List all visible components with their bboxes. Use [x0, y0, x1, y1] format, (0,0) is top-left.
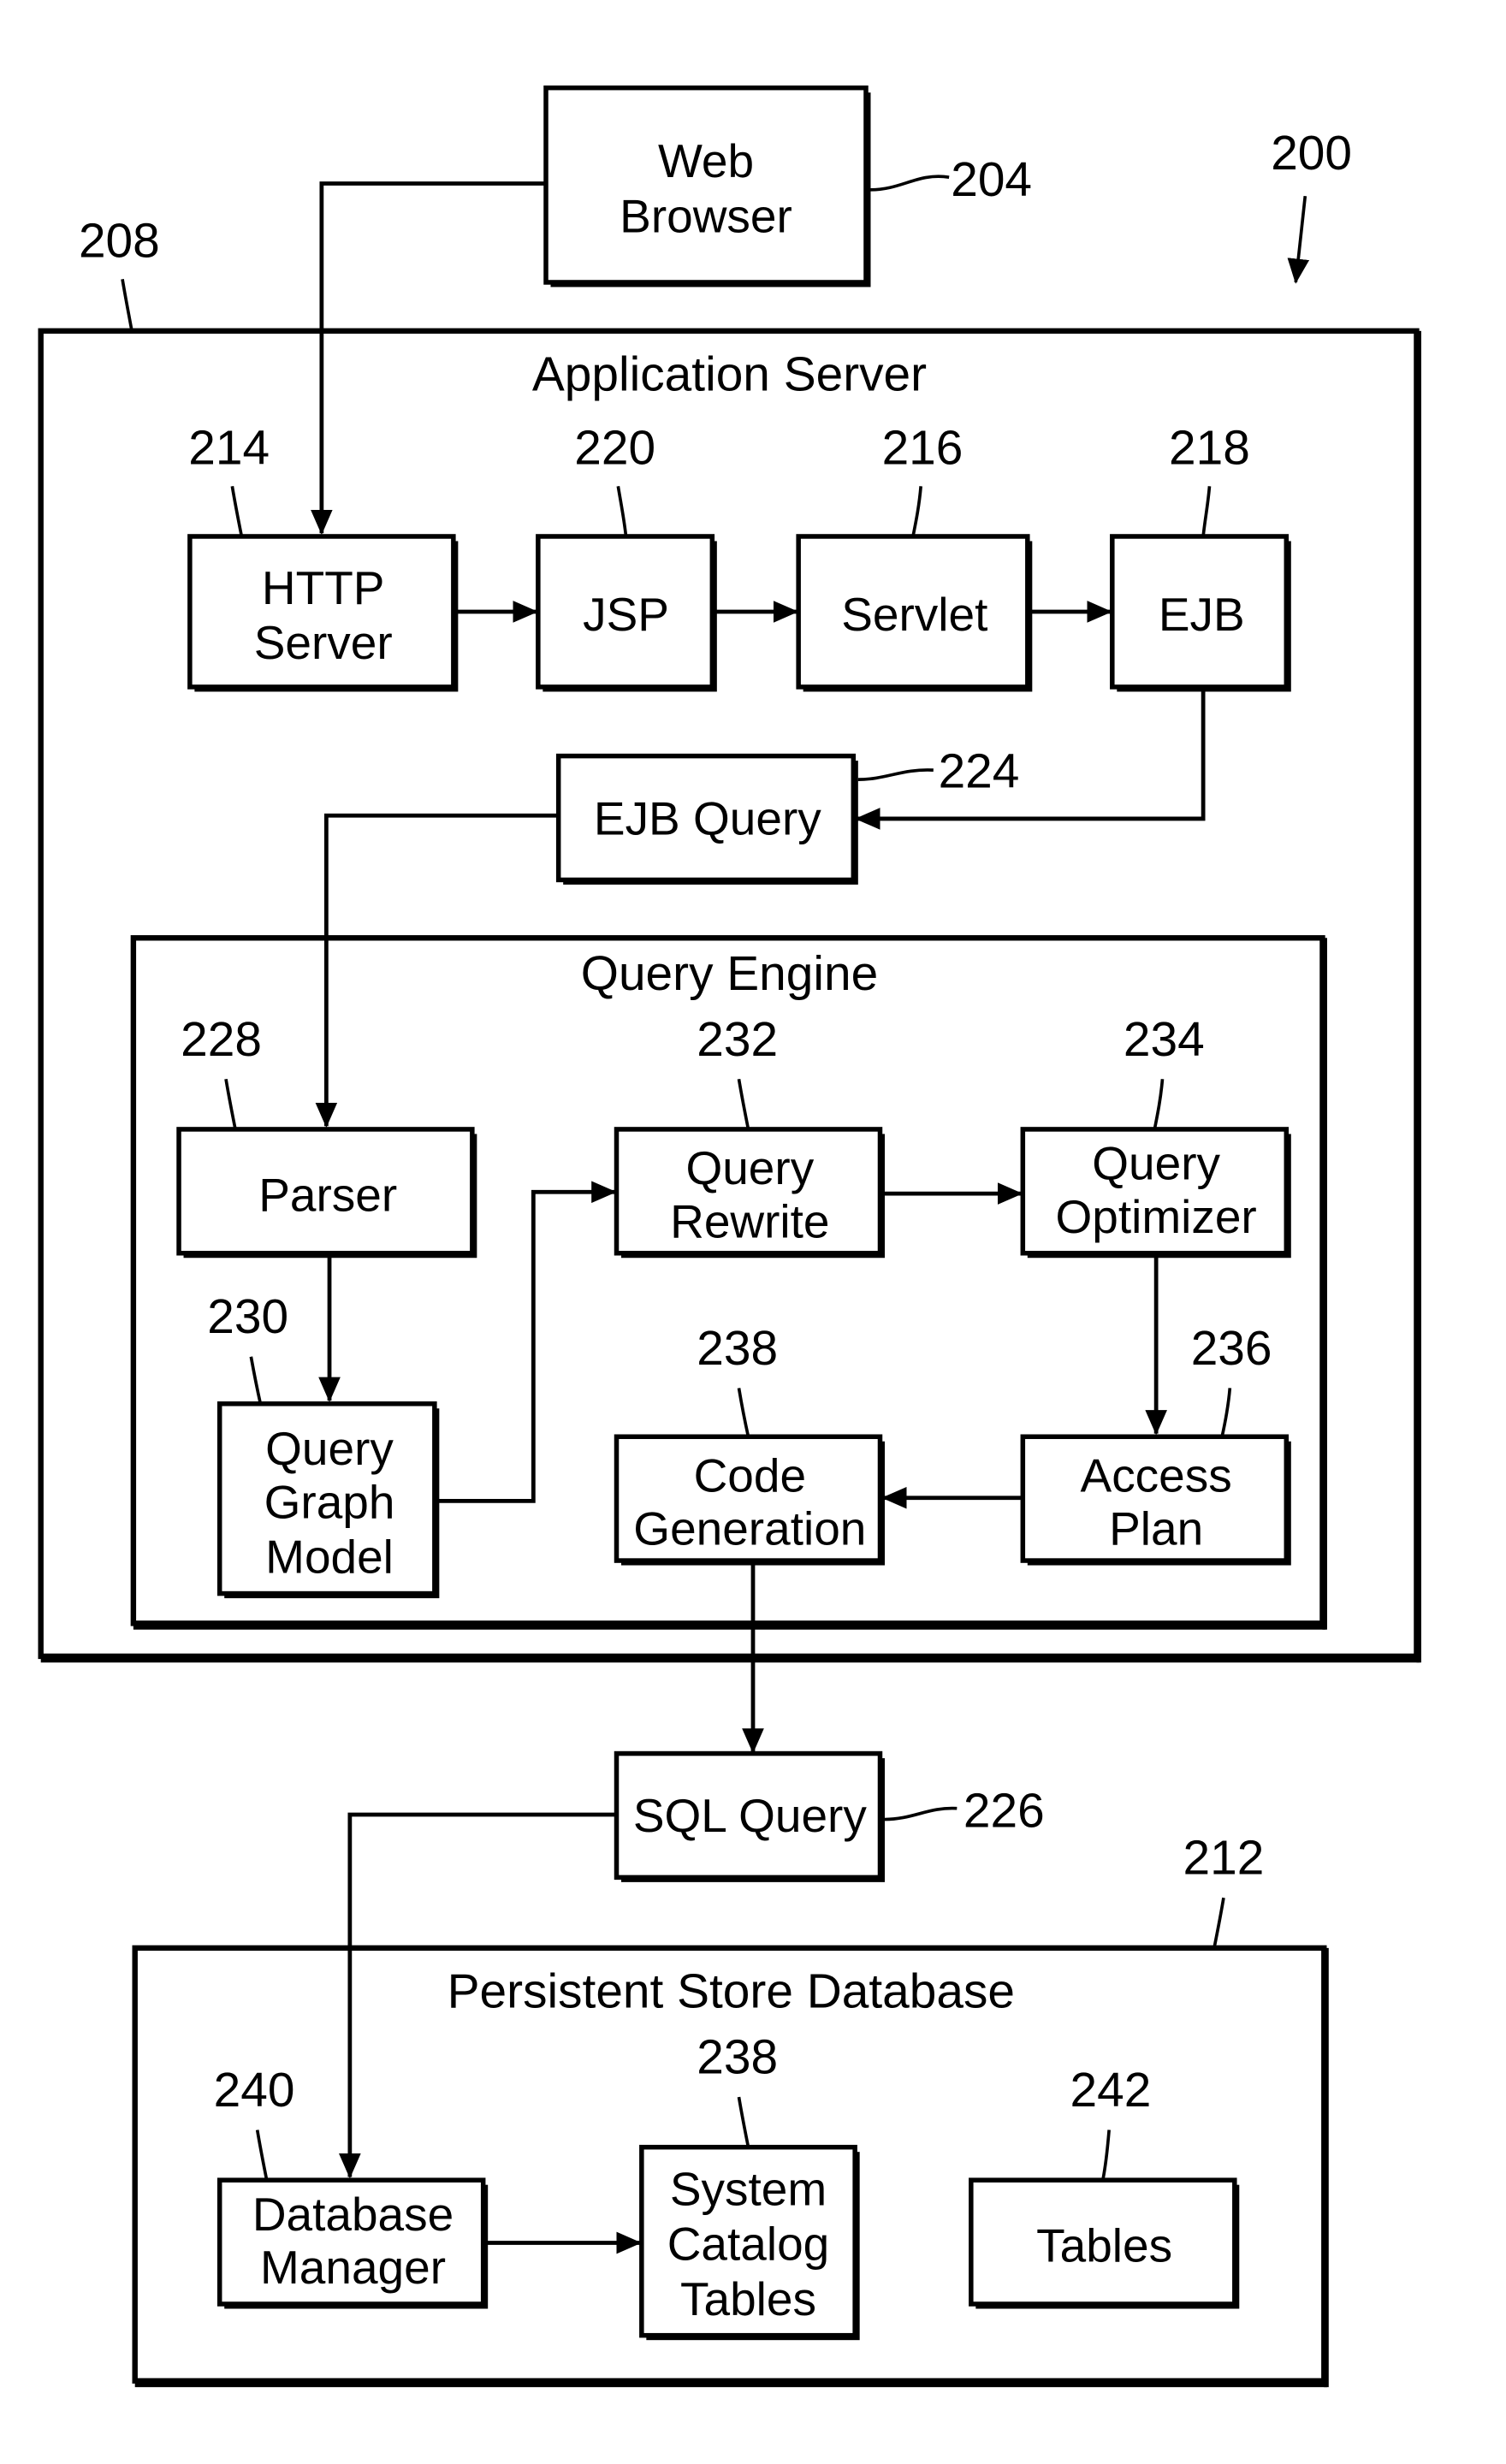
ref-226: 226	[963, 1785, 1045, 1839]
ref-208: 208	[79, 215, 160, 269]
ref-242-leader	[1101, 2129, 1111, 2181]
application-server-title: Application Server	[532, 347, 927, 401]
svg-text:Tables: Tables	[1036, 2219, 1172, 2272]
ref-208-leader	[121, 279, 133, 332]
svg-text:Query: Query	[685, 1141, 814, 1194]
tables-box: Tables 242	[969, 2064, 1240, 2309]
svg-text:HTTP: HTTP	[262, 561, 385, 614]
ref-238-catalog-leader	[737, 2096, 750, 2148]
query-engine-title: Query Engine	[581, 947, 879, 1001]
ref-234-leader	[1153, 1079, 1165, 1130]
svg-text:Plan: Plan	[1109, 1502, 1203, 1555]
svg-text:Tables: Tables	[680, 2272, 816, 2325]
ref-232-leader	[737, 1078, 750, 1130]
architecture-diagram: 200 Web Browser 204 Application Server 2…	[38, 85, 1421, 2388]
query-graph-model-box: Query Graph Model 230	[207, 1290, 440, 1599]
ref-224: 224	[939, 744, 1020, 798]
svg-text:Rewrite: Rewrite	[670, 1194, 829, 1247]
ref-224-leader	[857, 768, 934, 781]
ref-234: 234	[1124, 1013, 1205, 1067]
svg-text:EJB Query: EJB Query	[594, 791, 821, 844]
servlet-box: Servlet 216	[796, 422, 1033, 692]
ref-214: 214	[188, 422, 270, 476]
ref-220-leader	[616, 485, 628, 537]
ref-214-leader	[230, 485, 244, 537]
ejb-query-box: EJB Query 224	[555, 744, 1020, 885]
ref-232: 232	[697, 1013, 778, 1067]
figure-ref-200: 200	[1271, 127, 1352, 284]
ref-240: 240	[214, 2064, 295, 2118]
persistent-store-title: Persistent Store Database	[448, 1965, 1015, 2019]
svg-text:Parser: Parser	[258, 1168, 397, 1221]
ref-230: 230	[207, 1290, 288, 1344]
ref-230-leader	[249, 1356, 263, 1405]
svg-text:Model: Model	[265, 1531, 394, 1584]
ref-204: 204	[951, 153, 1032, 207]
svg-text:Optimizer: Optimizer	[1056, 1190, 1257, 1243]
ref-216-leader	[911, 486, 922, 537]
ref-216: 216	[882, 422, 963, 476]
system-catalog-tables-box: System Catalog Tables 238	[639, 2031, 860, 2341]
ref-212-leader	[1213, 1897, 1225, 1949]
web-browser-box: Web Browser 204	[543, 85, 1032, 287]
ref-228: 228	[181, 1013, 262, 1067]
ref-242: 242	[1070, 2064, 1152, 2118]
svg-text:SQL Query: SQL Query	[633, 1789, 867, 1842]
ref-238-codegen-leader	[737, 1388, 750, 1437]
svg-text:Web: Web	[658, 134, 754, 187]
svg-text:System: System	[670, 2163, 827, 2216]
arrow-ejb-to-ejbquery	[855, 690, 1206, 830]
ref-236-leader	[1220, 1388, 1232, 1437]
ref-220: 220	[574, 422, 655, 476]
query-optimizer-box: Query Optimizer 234	[1020, 1013, 1291, 1259]
svg-text:Server: Server	[254, 616, 393, 669]
ref-204-leader	[870, 175, 950, 192]
ref-218: 218	[1169, 422, 1250, 476]
svg-text:Manager: Manager	[260, 2241, 446, 2294]
ref-218-leader	[1201, 486, 1212, 537]
jsp-box: JSP 220	[536, 422, 717, 692]
ejb-box: EJB 218	[1110, 422, 1291, 692]
svg-text:Query: Query	[1092, 1137, 1220, 1190]
svg-text:Database: Database	[252, 2188, 454, 2241]
ref-238-codegen: 238	[697, 1322, 778, 1376]
ref-226-leader	[884, 1806, 958, 1821]
ref-200-arrow-line	[1287, 195, 1310, 284]
svg-text:200: 200	[1271, 127, 1352, 181]
svg-text:Servlet: Servlet	[841, 588, 987, 641]
svg-text:Code: Code	[694, 1448, 806, 1502]
svg-text:Generation: Generation	[633, 1502, 866, 1555]
code-generation-box: Code Generation 238	[614, 1322, 885, 1566]
svg-text:EJB: EJB	[1159, 588, 1245, 641]
ref-238-catalog: 238	[697, 2031, 778, 2085]
svg-text:Query: Query	[265, 1422, 394, 1475]
ref-228-leader	[224, 1078, 237, 1130]
sql-query-box: SQL Query 226	[614, 1750, 1045, 1882]
arrow-ejbquery-to-parser	[315, 813, 559, 1128]
svg-text:Access: Access	[1081, 1448, 1232, 1502]
svg-text:JSP: JSP	[583, 588, 669, 641]
ref-240-leader	[255, 2129, 269, 2181]
query-rewrite-box: Query Rewrite 232	[614, 1013, 885, 1259]
svg-text:Graph: Graph	[264, 1476, 395, 1529]
svg-text:Catalog: Catalog	[667, 2218, 830, 2271]
svg-text:Browser: Browser	[620, 189, 792, 242]
ref-236: 236	[1191, 1322, 1272, 1376]
ref-212: 212	[1183, 1832, 1265, 1886]
arrow-browser-to-http	[311, 181, 547, 536]
